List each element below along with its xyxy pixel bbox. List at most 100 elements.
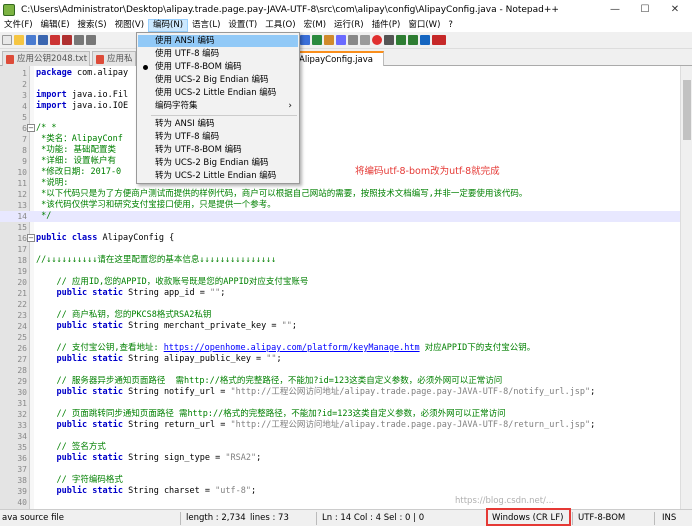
menu-settings[interactable]: 设置(T): [224, 19, 261, 32]
menu-item-convert-utf8-bom[interactable]: 转为 UTF-8-BOM 编码: [138, 144, 298, 156]
menu-help[interactable]: ?: [444, 19, 457, 32]
menu-tools[interactable]: 工具(O): [261, 19, 299, 32]
code-line: 9 *详细: 设置帐户有: [22, 156, 116, 166]
code-line: 15: [17, 223, 27, 232]
code-line: 19: [17, 267, 27, 276]
code-line: 33 public static String return_url = "ht…: [17, 420, 596, 430]
code-line: 31: [17, 399, 27, 408]
menu-item-use-ucs2-be[interactable]: 使用 UCS-2 Big Endian 编码: [138, 74, 298, 86]
menu-view[interactable]: 视图(V): [111, 19, 148, 32]
title-bar: C:\Users\Administrator\Desktop\alipay.tr…: [0, 0, 692, 19]
menu-item-convert-ucs2-be[interactable]: 转为 UCS-2 Big Endian 编码: [138, 157, 298, 169]
menu-item-use-ansi[interactable]: 使用 ANSI 编码: [138, 35, 298, 47]
menu-item-convert-ucs2-le[interactable]: 转为 UCS-2 Little Endian 编码: [138, 170, 298, 182]
menu-window[interactable]: 窗口(W): [404, 19, 444, 32]
window-title: C:\Users\Administrator\Desktop\alipay.tr…: [21, 4, 559, 15]
vertical-scrollbar[interactable]: [680, 66, 692, 509]
tab-public-key[interactable]: 应用公钥2048.txt: [2, 51, 90, 66]
close-file-icon[interactable]: [50, 35, 60, 45]
code-line: 36 public static String sign_type = "RSA…: [17, 453, 262, 463]
toolbar: [0, 32, 692, 49]
code-line: 27 public static String alipay_public_ke…: [17, 354, 282, 364]
open-file-icon[interactable]: [14, 35, 24, 45]
menu-macro[interactable]: 宏(M): [300, 19, 330, 32]
status-encoding[interactable]: UTF-8-BOM: [578, 513, 625, 523]
menu-language[interactable]: 语言(L): [188, 19, 224, 32]
play-multiple-icon[interactable]: [408, 35, 418, 45]
status-length: length : 2,734: [186, 513, 246, 523]
encoding-dropdown-menu: 使用 ANSI 编码 使用 UTF-8 编码 使用 UTF-8-BOM 编码 使…: [136, 32, 300, 184]
close-all-icon[interactable]: [62, 35, 72, 45]
code-line: 13 *该代码仅供学习和研究支付宝接口使用，只是提供一个参考。: [17, 200, 276, 210]
scrollbar-thumb[interactable]: [683, 80, 691, 140]
menu-encoding[interactable]: 编码(N): [148, 19, 189, 32]
status-insert-mode[interactable]: INS: [662, 513, 676, 523]
code-line: 28: [17, 366, 27, 375]
menu-item-charset[interactable]: 编码字符集 ›: [138, 100, 298, 112]
monitor-icon[interactable]: [360, 35, 370, 45]
keymanage-link[interactable]: https://openhome.alipay.com/platform/key…: [164, 343, 420, 353]
menu-edit[interactable]: 编辑(E): [37, 19, 74, 32]
menu-item-use-utf8-bom[interactable]: 使用 UTF-8-BOM 编码: [138, 61, 298, 73]
code-line: 35 // 签名方式: [17, 442, 106, 452]
close-button[interactable]: ✕: [660, 0, 690, 19]
code-line: 17: [17, 245, 27, 254]
print-icon[interactable]: [74, 35, 84, 45]
code-line: 12 *以下代码只是为了方便商户测试而提供的样例代码，商户可以根据自己网站的需要…: [17, 189, 528, 199]
code-line: 2: [22, 80, 27, 89]
new-file-icon[interactable]: [2, 35, 12, 45]
code-line: 3 import java.io.Fil: [22, 90, 129, 100]
show-all-chars-icon[interactable]: [300, 35, 310, 45]
notepadpp-icon: [3, 3, 15, 16]
save-icon[interactable]: [26, 35, 36, 45]
menu-bar: 文件(F) 编辑(E) 搜索(S) 视图(V) 编码(N) 语言(L) 设置(T…: [0, 19, 692, 32]
menu-plugins[interactable]: 插件(P): [368, 19, 405, 32]
code-line: 34: [17, 432, 27, 441]
code-line: 18//↓↓↓↓↓↓↓↓↓↓请在这里配置您的基本信息↓↓↓↓↓↓↓↓↓↓↓↓↓↓…: [17, 255, 277, 265]
code-line: 11 *说明:: [17, 178, 69, 188]
code-line: 21 public static String app_id = "";: [17, 288, 226, 298]
code-line: 40: [17, 498, 27, 507]
menu-item-use-utf8[interactable]: 使用 UTF-8 编码: [138, 48, 298, 60]
code-line: 38 // 字符编码格式: [17, 475, 123, 485]
menu-item-convert-ansi[interactable]: 转为 ANSI 编码: [138, 118, 298, 130]
code-editor[interactable]: 1 package com.alipay 2 3 import java.io.Fi…: [0, 66, 692, 509]
function-list-icon[interactable]: [348, 35, 358, 45]
play-macro-icon[interactable]: [396, 35, 406, 45]
code-line: 16 public class AlipayConfig {: [17, 233, 175, 243]
spellcheck-icon[interactable]: [432, 35, 446, 45]
menu-search[interactable]: 搜索(S): [74, 19, 111, 32]
code-line: 32 // 页面跳转同步通知页面路径 需http://格式的完整路径，不能加?i…: [17, 409, 506, 419]
tab-label: 应用私: [107, 54, 133, 64]
indent-guide-icon[interactable]: [312, 35, 322, 45]
stop-macro-icon[interactable]: [384, 35, 394, 45]
folder-as-workspace-icon[interactable]: [324, 35, 334, 45]
minimize-button[interactable]: —: [600, 0, 630, 19]
tab-private-key[interactable]: 应用私: [92, 51, 136, 66]
record-macro-icon[interactable]: [372, 35, 382, 45]
code-line: 4 import java.io.IOE: [22, 101, 129, 111]
code-line: 37: [17, 465, 27, 474]
doc-map-icon[interactable]: [336, 35, 346, 45]
code-line: 30 public static String notify_url = "ht…: [17, 387, 596, 397]
menu-item-use-ucs2-le[interactable]: 使用 UCS-2 Little Endian 编码: [138, 87, 298, 99]
menu-separator: [151, 115, 297, 116]
cut-icon[interactable]: [86, 35, 96, 45]
code-line: 29 // 服务器异步通知页面路径 需http://格式的完整路径，不能加?id…: [17, 376, 503, 386]
status-filetype: ava source file: [2, 513, 65, 523]
code-line: 10 *修改日期: 2017-0: [17, 167, 122, 177]
annotation-text: 将编码utf-8-bom改为utf-8就完成: [355, 166, 500, 177]
save-macro-icon[interactable]: [420, 35, 430, 45]
status-position: Ln : 14 Col : 4 Sel : 0 | 0: [322, 513, 425, 523]
maximize-button[interactable]: ☐: [630, 0, 660, 19]
tab-label: 应用公钥2048.txt: [17, 54, 88, 64]
code-line-current: 14 */: [0, 211, 680, 222]
menu-item-convert-utf8[interactable]: 转为 UTF-8 编码: [138, 131, 298, 143]
save-all-icon[interactable]: [38, 35, 48, 45]
status-bar: ava source file length : 2,734 lines : 7…: [0, 509, 692, 526]
menu-file[interactable]: 文件(F): [0, 19, 37, 32]
code-line: 24 public static String merchant_private…: [17, 321, 298, 331]
menu-run[interactable]: 运行(R): [330, 19, 368, 32]
code-line: 7 *类名：AlipayConf: [22, 134, 123, 144]
code-line: 23 // 商户私钥，您的PKCS8格式RSA2私钥: [17, 310, 212, 320]
